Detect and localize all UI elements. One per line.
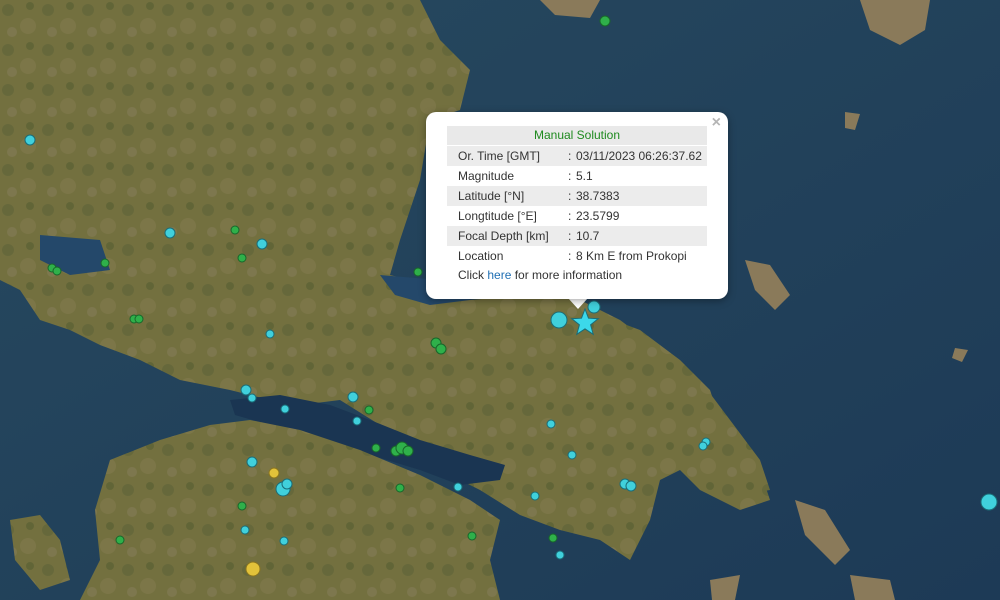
quake-marker[interactable] xyxy=(453,482,463,492)
quake-marker[interactable] xyxy=(364,405,374,415)
detail-row-origin-time: Or. Time [GMT] : 03/11/2023 06:26:37.62 xyxy=(447,146,707,166)
quake-marker[interactable] xyxy=(230,225,240,235)
quake-marker[interactable] xyxy=(237,501,247,511)
detail-label: Magnitude xyxy=(458,169,515,183)
detail-row-magnitude: Magnitude : 5.1 xyxy=(447,166,707,186)
quake-marker[interactable] xyxy=(413,267,423,277)
detail-row-longitude: Longtitude [°E] : 23.5799 xyxy=(447,206,707,226)
quake-marker[interactable] xyxy=(100,258,110,268)
detail-separator: : xyxy=(568,189,572,203)
quake-marker[interactable] xyxy=(550,311,568,329)
quake-marker[interactable] xyxy=(265,329,275,339)
detail-separator: : xyxy=(568,169,572,183)
quake-marker[interactable] xyxy=(555,550,565,560)
quake-marker[interactable] xyxy=(352,416,362,426)
quake-marker[interactable] xyxy=(371,443,381,453)
quake-marker[interactable] xyxy=(402,445,414,457)
quake-marker[interactable] xyxy=(268,467,280,479)
quake-marker[interactable] xyxy=(115,535,125,545)
detail-separator: : xyxy=(568,229,572,243)
quake-marker[interactable] xyxy=(237,253,247,263)
detail-value: 8 Km E from Prokopi xyxy=(576,249,687,263)
quake-marker[interactable] xyxy=(281,478,293,490)
detail-row-location: Location : 8 Km E from Prokopi xyxy=(447,246,707,266)
quake-marker[interactable] xyxy=(134,314,144,324)
close-icon[interactable]: × xyxy=(712,115,721,131)
quake-marker[interactable] xyxy=(980,493,998,511)
quake-marker[interactable] xyxy=(567,450,577,460)
more-info-suffix: for more information xyxy=(511,268,623,282)
quake-marker[interactable] xyxy=(256,238,268,250)
detail-value: 5.1 xyxy=(576,169,593,183)
more-info-line: Click here for more information xyxy=(458,266,622,284)
detail-value: 03/11/2023 06:26:37.62 xyxy=(576,149,702,163)
more-info-prefix: Click xyxy=(458,268,488,282)
detail-value: 10.7 xyxy=(576,229,600,243)
detail-label: Longtitude [°E] xyxy=(458,209,537,223)
detail-label: Focal Depth [km] xyxy=(458,229,549,243)
quake-marker[interactable] xyxy=(625,480,637,492)
quake-marker[interactable] xyxy=(599,15,611,27)
quake-marker[interactable] xyxy=(279,536,289,546)
quake-marker[interactable] xyxy=(246,456,258,468)
detail-separator: : xyxy=(568,149,572,163)
event-info-popup: × Manual Solution Or. Time [GMT] : 03/11… xyxy=(426,112,728,299)
popup-tip xyxy=(568,298,588,309)
quake-marker[interactable] xyxy=(240,384,252,396)
quake-marker[interactable] xyxy=(546,419,556,429)
detail-separator: : xyxy=(568,209,572,223)
quake-marker[interactable] xyxy=(164,227,176,239)
detail-label: Or. Time [GMT] xyxy=(458,149,541,163)
detail-label: Location xyxy=(458,249,504,263)
detail-value: 38.7383 xyxy=(576,189,620,203)
quake-marker[interactable] xyxy=(395,483,405,493)
quake-marker[interactable] xyxy=(24,134,36,146)
detail-label: Latitude [°N] xyxy=(458,189,525,203)
satellite-map[interactable] xyxy=(0,0,1000,600)
more-info-link[interactable]: here xyxy=(487,268,511,282)
quake-marker[interactable] xyxy=(245,561,261,577)
quake-marker[interactable] xyxy=(587,300,601,314)
quake-marker[interactable] xyxy=(52,266,62,276)
event-details-table: Or. Time [GMT] : 03/11/2023 06:26:37.62 … xyxy=(447,146,707,266)
detail-value: 23.5799 xyxy=(576,209,620,223)
detail-separator: : xyxy=(568,249,572,263)
quake-marker[interactable] xyxy=(347,391,359,403)
detail-row-latitude: Latitude [°N] : 38.7383 xyxy=(447,186,707,206)
detail-row-focal-depth: Focal Depth [km] : 10.7 xyxy=(447,226,707,246)
quake-marker[interactable] xyxy=(467,531,477,541)
quake-marker[interactable] xyxy=(698,441,708,451)
quake-marker[interactable] xyxy=(435,343,447,355)
quake-marker[interactable] xyxy=(240,525,250,535)
quake-marker[interactable] xyxy=(530,491,540,501)
quake-marker[interactable] xyxy=(548,533,558,543)
quake-marker[interactable] xyxy=(247,393,257,403)
popup-title: Manual Solution xyxy=(447,126,707,145)
quake-marker[interactable] xyxy=(280,404,290,414)
